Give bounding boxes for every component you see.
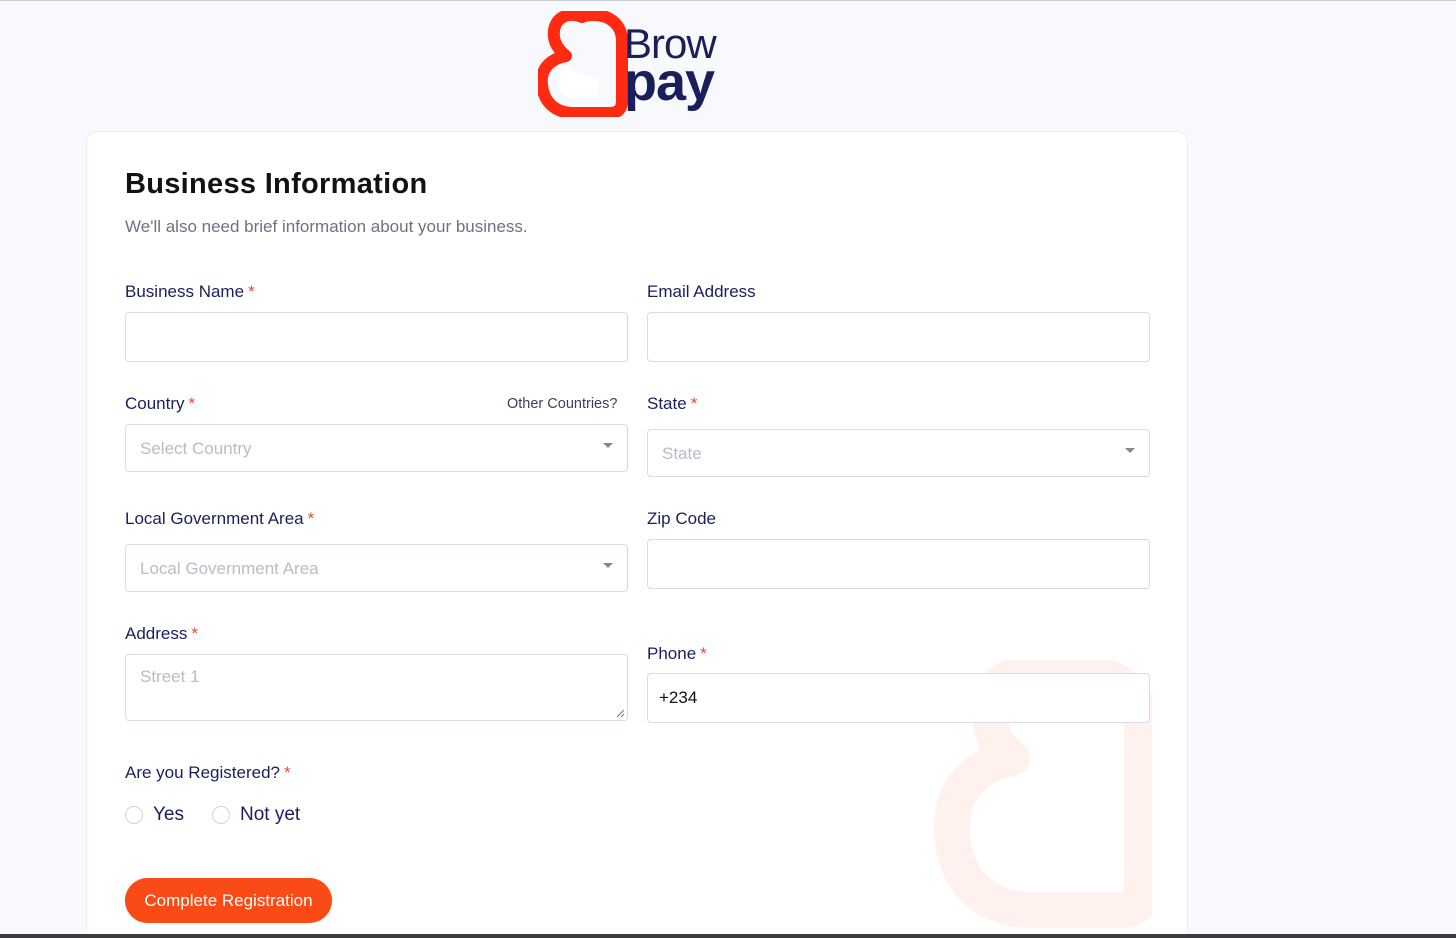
required-marker: * (307, 509, 315, 528)
brand-line2: pay (624, 52, 715, 112)
lga-label: Local Government Area * (125, 509, 314, 529)
chevron-down-icon (603, 443, 613, 448)
lga-label-text: Local Government Area (125, 509, 304, 528)
required-marker: * (191, 624, 198, 643)
bottom-scroll-edge (0, 934, 1456, 938)
resize-handle-icon[interactable] (616, 709, 625, 718)
country-label-text: Country (125, 394, 185, 413)
phone-label: Phone * (647, 644, 707, 664)
phone-input[interactable]: +234 (647, 673, 1150, 723)
address-placeholder: Street 1 (140, 667, 200, 686)
registered-label-text: Are you Registered? (125, 763, 280, 782)
address-label: Address * (125, 624, 198, 644)
address-label-text: Address (125, 624, 188, 643)
chevron-down-icon (603, 563, 613, 568)
page-title: Business Information (125, 168, 428, 200)
business-name-label: Business Name * (125, 282, 255, 302)
required-marker: * (248, 282, 255, 301)
email-input[interactable] (647, 312, 1150, 362)
email-label: Email Address (647, 282, 756, 301)
other-countries-link[interactable]: Other Countries? (507, 396, 617, 412)
phone-value: +234 (659, 688, 698, 707)
country-select[interactable]: Select Country (125, 424, 628, 472)
lga-placeholder: Local Government Area (140, 559, 319, 578)
chevron-down-icon (1125, 448, 1135, 453)
required-marker: * (690, 394, 698, 413)
registered-radio-group: Yes Not yet (125, 804, 328, 826)
country-placeholder: Select Country (140, 439, 252, 458)
zip-label: Zip Code (647, 509, 716, 528)
radio-not-yet-label[interactable]: Not yet (240, 804, 300, 826)
required-marker: * (188, 394, 196, 413)
state-select[interactable]: State (647, 429, 1150, 477)
brand-logo: Brow pay (538, 11, 738, 117)
radio-yes[interactable] (125, 806, 143, 824)
lga-select[interactable]: Local Government Area (125, 544, 628, 592)
complete-registration-button[interactable]: Complete Registration (125, 878, 332, 923)
business-name-label-text: Business Name (125, 282, 245, 301)
required-marker: * (283, 763, 291, 782)
radio-yes-label[interactable]: Yes (153, 804, 184, 826)
browpay-heart-icon (538, 11, 628, 117)
required-marker: * (700, 644, 707, 663)
country-label: Country * (125, 394, 195, 414)
state-placeholder: State (662, 444, 702, 463)
state-label: State * (647, 394, 697, 414)
address-textarea[interactable]: Street 1 (125, 654, 628, 721)
zip-input[interactable] (647, 539, 1150, 589)
business-name-input[interactable] (125, 312, 628, 362)
registered-label: Are you Registered? * (125, 763, 291, 783)
page-subtitle: We'll also need brief information about … (125, 217, 528, 236)
radio-not-yet[interactable] (212, 806, 230, 824)
phone-label-text: Phone (647, 644, 697, 663)
business-info-card: Business Information We'll also need bri… (86, 131, 1188, 938)
state-label-text: State (647, 394, 687, 413)
